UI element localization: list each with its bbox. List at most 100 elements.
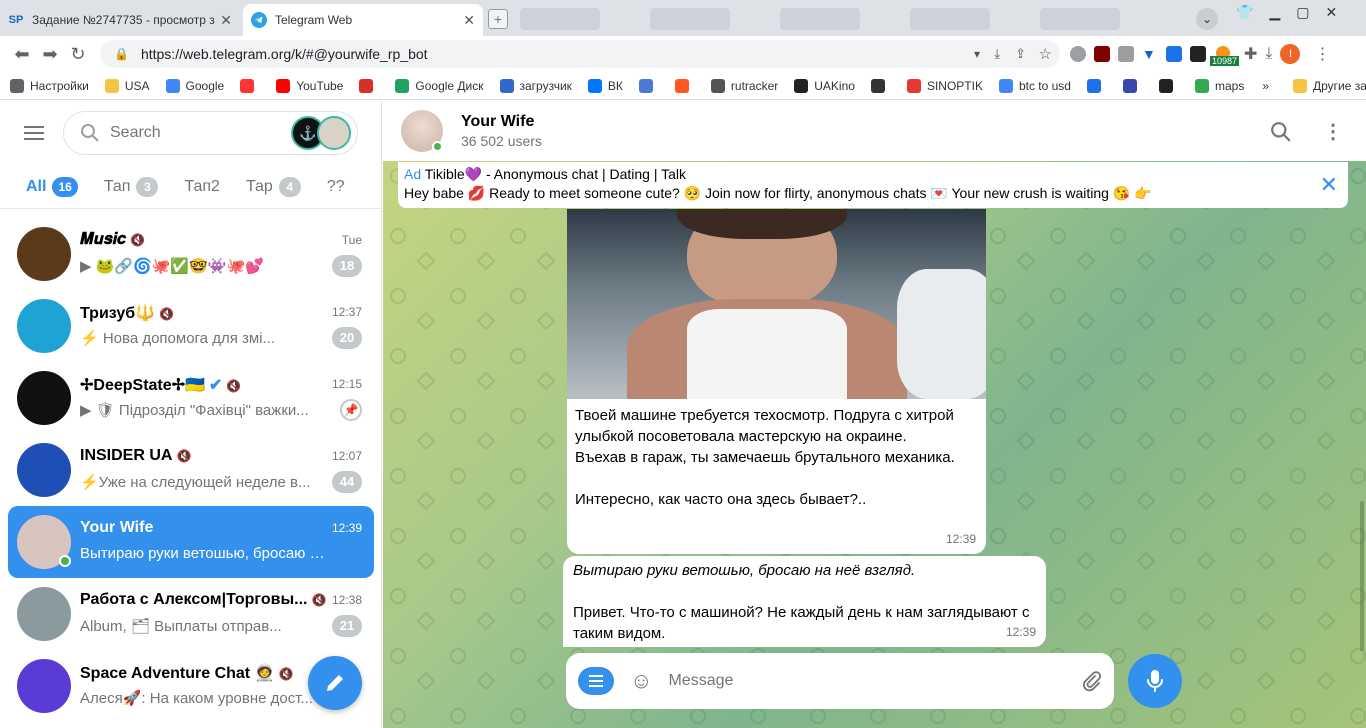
bot-menu-button[interactable] <box>578 667 614 695</box>
bookmark-label: Google <box>185 78 225 93</box>
bookmark-star-icon[interactable]: ☆ <box>1039 45 1052 63</box>
more-icon[interactable]: ⋮ <box>1314 44 1330 64</box>
chat-header[interactable]: Your Wife 36 502 users ⋮ <box>383 101 1366 161</box>
emoji-icon[interactable]: ☺ <box>630 668 652 694</box>
other-bookmarks-folder[interactable]: Другие закладки <box>1293 78 1366 93</box>
chat-title: Работа с Алексом|Торговы... <box>80 591 308 608</box>
globe-icon[interactable] <box>1070 46 1086 62</box>
close-icon[interactable]: ✕ <box>220 12 232 29</box>
bookmark-item[interactable]: загрузчик <box>499 78 572 93</box>
bookmark-item[interactable] <box>638 78 659 93</box>
message-bubble[interactable]: Вытираю руки ветошью, бросаю на неё взгл… <box>563 556 1046 647</box>
bookmark-item[interactable]: Google <box>165 78 225 93</box>
download-ext-icon[interactable] <box>1166 46 1182 62</box>
folder-label: All <box>26 177 47 195</box>
terminal-icon[interactable] <box>1190 46 1206 62</box>
chat-list-item[interactable]: INSIDER UA 🔇 12:07 ⚡Уже на следующей неделе… <box>8 434 374 506</box>
search-icon[interactable] <box>1270 121 1292 143</box>
bookmark-item[interactable]: btc to usd <box>998 78 1071 93</box>
bookmark-item[interactable]: Настройки <box>10 78 89 93</box>
install-icon[interactable]: ⤓ <box>994 46 1000 62</box>
folder-tab[interactable]: Тар 4 <box>246 176 301 197</box>
chat-avatar <box>17 299 71 353</box>
reload-icon[interactable]: ↻ <box>64 40 92 68</box>
bookmark-icon <box>674 78 689 93</box>
bookmark-item[interactable]: YouTube <box>276 78 343 93</box>
chat-list-item[interactable]: 𝑴𝒖𝒔𝒊𝒄 🔇 Tue ▶ 🐸🔗🌀🐙✅🤓👾🐙💕 18 <box>8 218 374 290</box>
bookmark-item[interactable] <box>870 78 891 93</box>
attach-icon[interactable] <box>1080 670 1102 692</box>
more-vertical-icon[interactable]: ⋮ <box>1323 119 1343 144</box>
hamburger-icon[interactable] <box>24 122 44 144</box>
folder-tab[interactable]: ?? <box>327 178 345 196</box>
close-icon[interactable]: ✕ <box>1320 172 1338 198</box>
bookmark-label: ВК <box>607 78 623 93</box>
scrollbar[interactable] <box>1360 501 1364 651</box>
bookmark-item[interactable] <box>359 78 379 93</box>
tab-search-button[interactable]: ⌄ <box>1196 8 1218 30</box>
forward-icon[interactable]: ➡ <box>36 40 64 68</box>
puzzle-icon[interactable]: ✚ <box>1244 44 1257 64</box>
bookmark-item[interactable]: maps <box>1194 78 1244 93</box>
share-icon[interactable]: ⇪ <box>1015 46 1026 62</box>
browser-tab-telegram[interactable]: Telegram Web ✕ <box>243 4 483 36</box>
bookmark-item[interactable]: rutracker <box>710 78 778 93</box>
downloads-icon[interactable]: ⤓ <box>1265 45 1272 63</box>
chat-list-item[interactable]: Your Wife 12:39 Вытираю руки ветошью, брос… <box>8 506 374 578</box>
stories-avatars[interactable]: ⚓ <box>291 116 351 150</box>
close-icon[interactable]: ✕ <box>463 12 475 29</box>
browser-tab-strip: SP Задание №2747735 - просмотр з ✕ Teleg… <box>0 0 1366 36</box>
bookmark-item[interactable]: USA <box>104 78 150 93</box>
bookmark-item[interactable] <box>1158 78 1179 93</box>
folder-tab[interactable]: Тап2 <box>184 178 220 196</box>
bookmark-item[interactable] <box>1122 78 1143 93</box>
dropdown-icon[interactable]: ▾ <box>974 47 980 61</box>
bookmark-item[interactable] <box>674 78 695 93</box>
ublock-icon[interactable] <box>1094 46 1110 62</box>
message-input[interactable] <box>668 672 1049 690</box>
online-indicator <box>59 555 71 567</box>
chat-avatar <box>17 659 71 713</box>
message-bubble[interactable]: Твоей машине требуется техосмотр. Подруг… <box>567 209 986 554</box>
message-photo[interactable] <box>567 209 986 399</box>
voice-record-button[interactable] <box>1128 654 1182 708</box>
bitcoin-ext-icon[interactable]: 10987 <box>1210 46 1240 66</box>
bookmark-item[interactable]: Google Диск <box>395 78 484 93</box>
bookmark-item[interactable] <box>1086 78 1107 93</box>
chat-avatar[interactable] <box>401 110 443 152</box>
minimize-icon[interactable]: ▁ <box>1269 4 1280 21</box>
bookmark-item[interactable]: ВК <box>587 78 623 93</box>
chat-list-item[interactable]: Тризуб🔱 🔇 12:37 ⚡ Нова допомога для змі... 2… <box>8 290 374 362</box>
tshirt-icon[interactable]: 👕 <box>1236 4 1253 21</box>
profile-avatar[interactable]: I <box>1280 44 1301 64</box>
address-bar[interactable]: 🔒 https://web.telegram.org/k/#@yourwife_… <box>100 40 1060 68</box>
bookmark-label: Google Диск <box>415 78 484 93</box>
window-close-icon[interactable]: ✕ <box>1325 4 1337 21</box>
bookmark-item[interactable] <box>240 78 260 93</box>
bookmark-icon <box>395 78 410 93</box>
chat-list-item[interactable]: Работа с Алексом|Торговы... 🔇 12:38 Album, … <box>8 578 374 650</box>
vpn-icon[interactable]: ▼ <box>1142 46 1158 62</box>
muted-icon: 🔇 <box>130 233 145 247</box>
chat-list-item[interactable]: ✢DeepState✢🇺🇦 ✔ 🔇 12:15 ▶ 🛡 Підрозділ "Фахів… <box>8 362 374 434</box>
bookmark-item[interactable]: UAKino <box>794 78 855 93</box>
folder-tab[interactable]: Тап 3 <box>104 176 159 197</box>
search-input[interactable]: Search ⚓ <box>63 111 358 155</box>
bookmarks-more-button[interactable]: » <box>1262 79 1269 93</box>
chat-title: Тризуб🔱 <box>80 305 156 322</box>
new-message-button[interactable] <box>308 656 362 710</box>
folder-icon <box>1293 78 1308 93</box>
maximize-icon[interactable]: ▢ <box>1296 4 1309 21</box>
briefcase-icon[interactable] <box>1118 46 1134 62</box>
bookmark-icon <box>10 78 24 93</box>
browser-tab-task[interactable]: SP Задание №2747735 - просмотр з ✕ <box>0 4 240 36</box>
folder-tab[interactable]: All 16 <box>26 176 78 197</box>
bookmark-item[interactable]: SINOPTIK <box>906 78 983 93</box>
back-icon[interactable]: ⬅ <box>8 40 36 68</box>
sponsored-ad[interactable]: Ad Tikible💜 - Anonymous chat | Dating | … <box>398 162 1348 208</box>
message-time: 12:39 <box>945 532 976 546</box>
search-placeholder: Search <box>110 124 161 141</box>
bookmark-icon <box>240 78 255 93</box>
story-avatar[interactable] <box>317 116 351 150</box>
new-tab-button[interactable]: + <box>488 9 508 29</box>
